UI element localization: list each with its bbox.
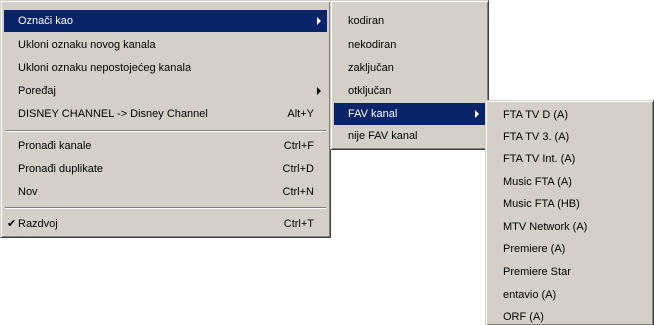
main-context-menu: Označi kao Ukloni oznaku novog kanala Uk… [0, 0, 331, 238]
menu-item-label: Pronađi duplikate [18, 163, 104, 175]
menu-item-label: Pronađi kanale [18, 140, 92, 152]
menu-item-label: DISNEY CHANNEL -> Disney Channel [18, 108, 208, 120]
menu-item-label: Poređaj [18, 85, 56, 97]
submenu-arrow-icon [317, 87, 321, 95]
menu-item-shortcut: Ctrl+F [283, 140, 314, 152]
fav-list-item[interactable]: MTV Network (A) [489, 216, 650, 238]
menu-item-remove-nonexistent-mark[interactable]: Ukloni oznaku nepostojećeg kanala [4, 57, 327, 79]
menu-item-label: nije FAV kanal [348, 130, 418, 142]
fav-list-item[interactable]: Music FTA (HB) [489, 193, 650, 215]
menu-item-label: MTV Network (A) [503, 221, 588, 233]
fav-list-item[interactable]: Premiere (A) [489, 238, 650, 260]
mark-as-submenu: kodiran nekodiran zaključan otključan FA… [330, 0, 489, 150]
menu-item-label: ORF (A) [503, 311, 544, 323]
menu-item-rename-channel[interactable]: DISNEY CHANNEL -> Disney Channel Alt+Y [4, 103, 327, 125]
submenu-item-not-fav-channel[interactable]: nije FAV kanal [334, 125, 485, 147]
fav-list-item[interactable]: Music FTA (A) [489, 171, 650, 193]
submenu-item-unlocked[interactable]: otključan [334, 80, 485, 102]
submenu-item-unencrypted[interactable]: nekodiran [334, 34, 485, 56]
fav-list-item[interactable]: Premiere Star [489, 261, 650, 283]
menu-item-label: Premiere (A) [503, 243, 566, 255]
menu-item-remove-new-mark[interactable]: Ukloni oznaku novog kanala [4, 34, 327, 56]
menu-item-shortcut: Ctrl+N [282, 186, 314, 198]
menu-item-shortcut: Alt+Y [287, 108, 314, 120]
fav-list-item[interactable]: FTA TV D (A) [489, 104, 650, 126]
fav-list-item[interactable]: FTA TV 3. (A) [489, 126, 650, 148]
menu-item-label: Music FTA (A) [503, 176, 572, 188]
menu-item-label: Music FTA (HB) [503, 198, 580, 210]
menu-item-find-channels[interactable]: Pronađi kanale Ctrl+F [4, 135, 327, 157]
menu-separator [5, 207, 326, 209]
menu-item-label: FTA TV 3. (A) [503, 131, 570, 143]
menu-item-find-duplicates[interactable]: Pronađi duplikate Ctrl+D [4, 158, 327, 180]
submenu-item-encrypted[interactable]: kodiran [334, 10, 485, 32]
menu-item-mark-as[interactable]: Označi kao [4, 10, 327, 32]
menu-item-label: otključan [348, 85, 392, 97]
menu-separator [5, 130, 326, 132]
menu-item-label: Premiere Star [503, 266, 571, 278]
menu-item-split[interactable]: ✔ Razdvoj Ctrl+T [4, 213, 327, 235]
fav-list-item[interactable]: entavio (A) [489, 284, 650, 306]
checkmark-icon: ✔ [7, 218, 17, 230]
menu-item-label: Razdvoj [18, 218, 58, 230]
menu-item-label: FTA TV Int. (A) [503, 153, 576, 165]
menu-item-label: zaključan [348, 62, 394, 74]
menu-item-label: Nov [18, 186, 38, 198]
menu-item-label: FAV kanal [348, 108, 398, 120]
submenu-arrow-icon [475, 110, 479, 118]
fav-list-item[interactable]: ORF (A) [489, 306, 650, 325]
menu-item-label: Ukloni oznaku nepostojećeg kanala [18, 62, 192, 74]
menu-item-label: Označi kao [18, 15, 74, 27]
submenu-item-locked[interactable]: zaključan [334, 57, 485, 79]
menu-item-label: FTA TV D (A) [503, 109, 568, 121]
menu-item-shortcut: Ctrl+T [283, 218, 314, 230]
fav-channel-submenu: FTA TV D (A) FTA TV 3. (A) FTA TV Int. (… [485, 100, 654, 325]
menu-item-label: nekodiran [348, 39, 397, 51]
menu-item-sort[interactable]: Poređaj [4, 80, 327, 102]
submenu-item-fav-channel[interactable]: FAV kanal [334, 103, 485, 125]
menu-item-label: entavio (A) [503, 289, 557, 301]
fav-list-item[interactable]: FTA TV Int. (A) [489, 148, 650, 170]
menu-item-label: Ukloni oznaku novog kanala [18, 39, 156, 51]
menu-item-label: kodiran [348, 15, 385, 27]
context-menu-stage: Označi kao Ukloni oznaku novog kanala Uk… [0, 0, 654, 325]
menu-item-new[interactable]: Nov Ctrl+N [4, 181, 327, 203]
submenu-arrow-icon [317, 17, 321, 25]
menu-item-shortcut: Ctrl+D [282, 163, 314, 175]
